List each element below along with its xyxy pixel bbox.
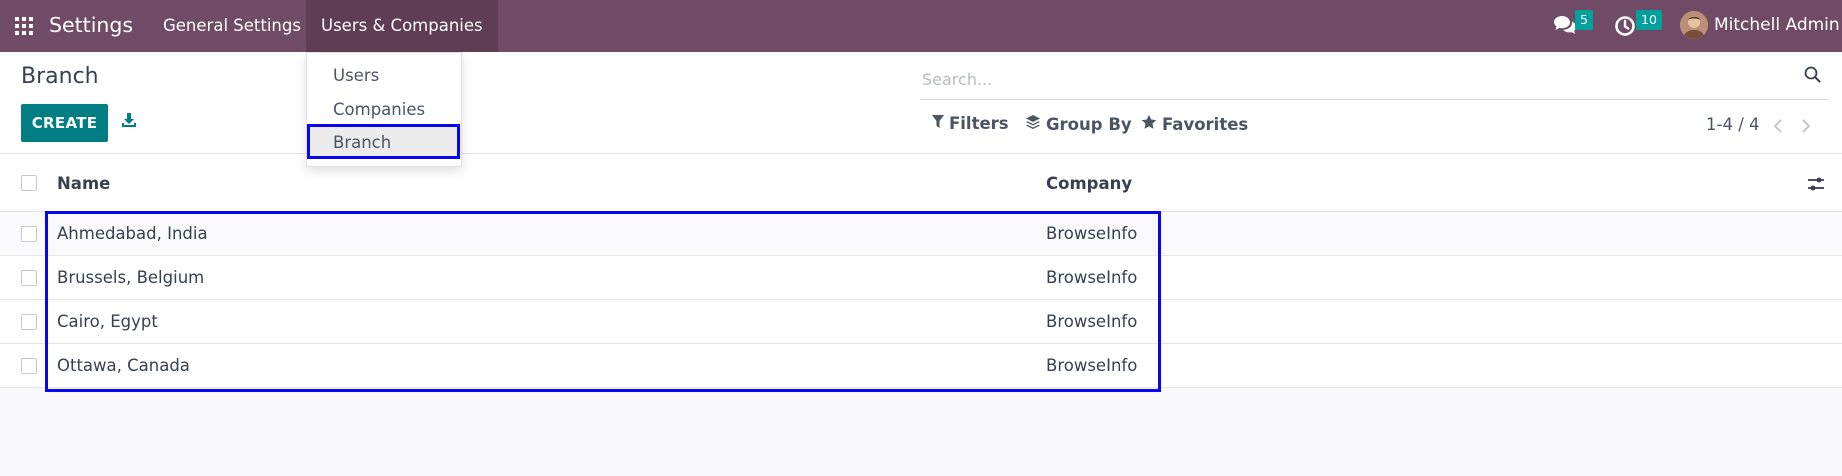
user-avatar[interactable] <box>1680 11 1708 39</box>
row-name[interactable]: Ahmedabad, India <box>57 224 208 243</box>
list-header: Name Company <box>0 154 1842 212</box>
user-name[interactable]: Mitchell Admin <box>1714 15 1840 35</box>
filters-button[interactable]: Filters <box>932 114 1009 133</box>
dropdown-item-branch[interactable]: Branch <box>307 127 461 159</box>
chevron-left-icon[interactable] <box>1772 118 1784 137</box>
dropdown-item-companies[interactable]: Companies <box>307 94 461 126</box>
download-icon[interactable] <box>121 112 137 132</box>
dropdown-item-users[interactable]: Users <box>307 60 461 92</box>
layers-icon <box>1025 114 1041 134</box>
row-checkbox[interactable] <box>21 314 37 330</box>
messages-badge: 5 <box>1575 10 1593 30</box>
row-company[interactable]: BrowseInfo <box>1046 224 1137 243</box>
column-header-name[interactable]: Name <box>57 174 110 193</box>
star-icon <box>1141 114 1157 134</box>
top-navbar: Settings General Settings Users & Compan… <box>0 0 1842 52</box>
funnel-icon <box>932 114 944 133</box>
menu-users-companies[interactable]: Users & Companies <box>306 0 498 52</box>
select-all-checkbox[interactable] <box>21 175 37 191</box>
apps-grid-icon[interactable] <box>14 16 34 36</box>
row-name[interactable]: Cairo, Egypt <box>57 312 158 331</box>
group-by-label: Group By <box>1046 114 1132 134</box>
row-company[interactable]: BrowseInfo <box>1046 312 1137 331</box>
row-checkbox[interactable] <box>21 358 37 374</box>
favorites-button[interactable]: Favorites <box>1141 114 1248 134</box>
users-companies-dropdown: Users Companies Branch <box>306 52 462 167</box>
search-input[interactable] <box>920 60 1828 100</box>
app-title[interactable]: Settings <box>49 13 133 37</box>
filters-label: Filters <box>949 114 1009 133</box>
chevron-right-icon[interactable] <box>1800 118 1812 137</box>
create-button[interactable]: CREATE <box>21 104 108 142</box>
row-name[interactable]: Ottawa, Canada <box>57 356 190 375</box>
branch-list: Name Company Ahmedabad, India BrowseInfo… <box>0 154 1842 388</box>
table-row[interactable]: Brussels, Belgium BrowseInfo <box>0 256 1842 300</box>
group-by-button[interactable]: Group By <box>1025 114 1132 134</box>
activities-badge: 10 <box>1636 10 1662 30</box>
column-header-company[interactable]: Company <box>1046 174 1132 193</box>
activities-clock-icon[interactable] <box>1614 15 1636 41</box>
row-checkbox[interactable] <box>21 226 37 242</box>
pager-value[interactable]: 1-4 / 4 <box>1706 115 1760 134</box>
table-row[interactable]: Ottawa, Canada BrowseInfo <box>0 344 1842 388</box>
row-company[interactable]: BrowseInfo <box>1046 356 1137 375</box>
favorites-label: Favorites <box>1162 114 1249 134</box>
table-row[interactable]: Ahmedabad, India BrowseInfo <box>0 212 1842 256</box>
control-panel: Branch CREATE Filters Group By <box>0 52 1842 154</box>
search-icon[interactable] <box>1804 66 1821 87</box>
messages-chat-icon[interactable] <box>1553 14 1577 40</box>
row-name[interactable]: Brussels, Belgium <box>57 268 204 287</box>
page-title: Branch <box>21 64 99 89</box>
menu-general-settings[interactable]: General Settings <box>148 0 316 52</box>
row-company[interactable]: BrowseInfo <box>1046 268 1137 287</box>
table-row[interactable]: Cairo, Egypt BrowseInfo <box>0 300 1842 344</box>
row-checkbox[interactable] <box>21 270 37 286</box>
sliders-icon[interactable] <box>1807 176 1825 196</box>
